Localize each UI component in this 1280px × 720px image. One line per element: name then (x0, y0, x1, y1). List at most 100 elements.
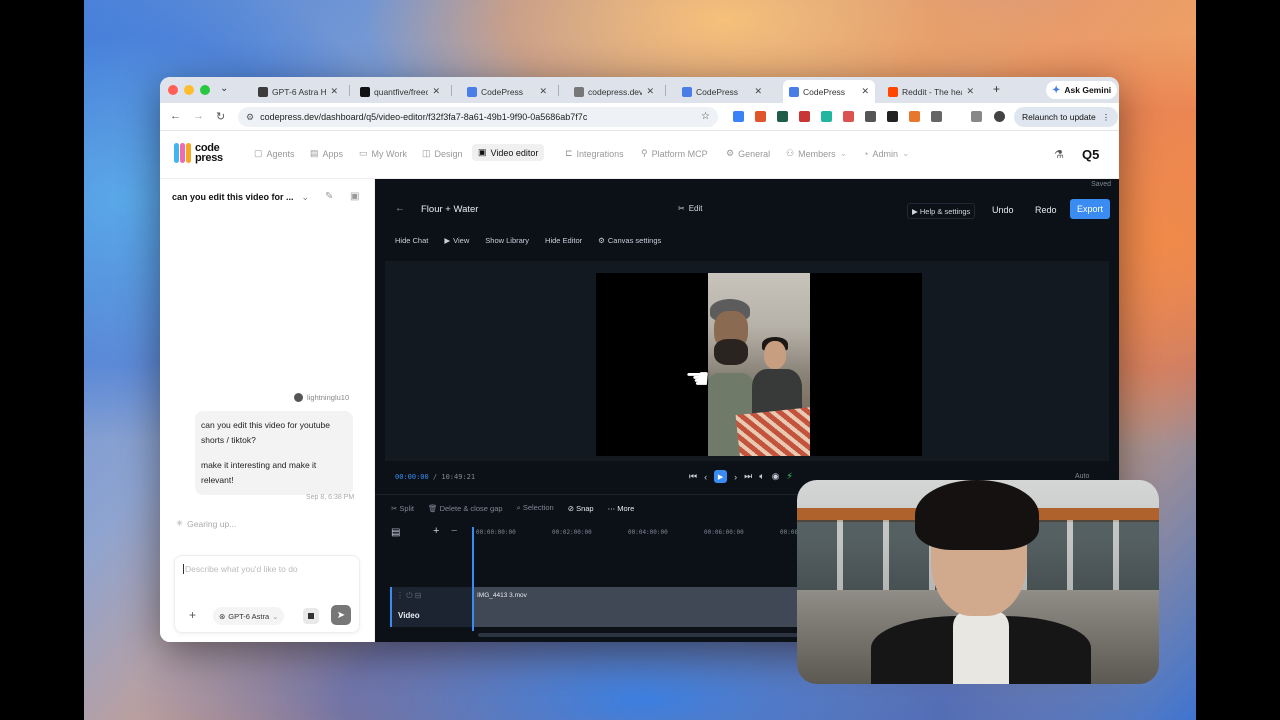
reading-list-icon[interactable] (971, 111, 982, 122)
more-menu-icon[interactable]: ⋮ (1102, 112, 1111, 123)
canvas-settings-button[interactable]: ⚙ Canvas settings (598, 236, 661, 245)
browser-tab[interactable]: Reddit - The hea... ✕ (882, 80, 980, 103)
close-tab-icon[interactable]: ✕ (539, 86, 547, 97)
selection-button[interactable]: ⌕ Selection (517, 503, 554, 513)
close-tab-icon[interactable]: ✕ (966, 86, 974, 97)
ask-gemini-button[interactable]: ✦ Ask Gemini (1046, 81, 1118, 99)
extension-icon[interactable] (755, 111, 766, 122)
show-library-button[interactable]: Show Library (485, 236, 529, 245)
reload-icon[interactable]: ↻ (216, 110, 225, 123)
tab-search-chevron-icon[interactable]: ⌄ (220, 83, 228, 94)
delete-close-gap-button[interactable]: 🗑︎ Delete & close gap (428, 504, 503, 513)
camera-icon[interactable]: ◉ (772, 471, 780, 482)
minimize-window-button[interactable] (184, 85, 194, 95)
back-arrow-icon[interactable]: ← (170, 110, 181, 122)
browser-tab[interactable]: GPT-6 Astra Ha...✕ (252, 80, 344, 103)
message-timestamp: Sep 8, 6:38 PM (306, 494, 355, 501)
beaker-icon[interactable]: ⚗ (1054, 148, 1064, 161)
hide-chat-button[interactable]: Hide Chat (395, 236, 428, 245)
bolt-icon[interactable]: ⚡︎ (786, 471, 792, 482)
extension-icon[interactable] (887, 111, 898, 122)
zoom-out-button[interactable]: − (451, 525, 457, 537)
export-button[interactable]: Export (1070, 199, 1111, 219)
extension-icon[interactable] (909, 111, 920, 122)
hide-editor-button[interactable]: Hide Editor (545, 236, 582, 245)
skip-forward-icon[interactable]: ⏭ (744, 471, 752, 482)
site-info-icon[interactable]: ⚙ (246, 112, 254, 123)
url-bar[interactable]: ⚙ codepress.dev/dashboard/q5/video-edito… (238, 107, 718, 127)
project-title[interactable]: Flour + Water (421, 204, 478, 215)
nav-item-platform-mcp[interactable]: ⚲ Platform MCP (641, 148, 708, 159)
undo-button[interactable]: Undo (992, 205, 1014, 215)
tab-title: CodePress (696, 86, 739, 97)
url-text: codepress.dev/dashboard/q5/video-editor/… (260, 112, 588, 122)
auto-toggle[interactable]: Auto (1075, 473, 1089, 480)
nav-item-apps[interactable]: ▤ Apps (310, 148, 343, 159)
extension-icon[interactable] (865, 111, 876, 122)
folder-icon: ▭ (359, 148, 368, 158)
close-window-button[interactable] (168, 85, 178, 95)
nav-item-admin[interactable]: ◔ Admin ⌄ (863, 148, 910, 159)
nav-item-members[interactable]: ⚇ Members ⌄ (786, 148, 847, 159)
more-button[interactable]: ⋯ More (608, 504, 635, 513)
chat-icon: ▢ (254, 148, 263, 158)
volume-icon[interactable]: 🔈︎ (759, 471, 764, 482)
close-tab-icon[interactable]: ✕ (432, 86, 440, 97)
sidebar-toggle-icon[interactable]: ▣ (350, 191, 359, 202)
extension-icon[interactable] (777, 111, 788, 122)
nav-item-agents[interactable]: ▢ Agents (254, 148, 295, 159)
video-track-header[interactable]: ⋮ ⏻ ⊟ Video (390, 587, 472, 627)
new-chat-icon[interactable]: ✎ (325, 191, 333, 202)
nav-item-video-editor[interactable]: ▣ Video editor (472, 144, 545, 161)
forward-arrow-icon[interactable]: → (193, 110, 204, 122)
edit-button[interactable]: ✂ Edit (678, 204, 703, 213)
nav-item-general[interactable]: ⚙ General (726, 148, 770, 159)
nav-item-my-work[interactable]: ▭ My Work (359, 148, 407, 159)
nav-item-design[interactable]: ◫ Design (422, 148, 463, 159)
video-preview[interactable]: ☚ (596, 273, 922, 456)
play-button[interactable]: ▶ (714, 470, 728, 483)
close-tab-icon[interactable]: ✕ (754, 86, 762, 97)
attach-plus-button[interactable]: + (189, 608, 196, 622)
browser-tab[interactable]: codepress.dev ✕ (568, 80, 660, 103)
extension-icon[interactable] (799, 111, 810, 122)
zoom-in-button[interactable]: + (433, 525, 439, 537)
extension-icon[interactable] (843, 111, 854, 122)
relaunch-button[interactable]: Relaunch to update ⋮ (1014, 107, 1119, 127)
list-icon[interactable]: ▤ (391, 527, 400, 538)
view-button[interactable]: ▶ View (444, 236, 469, 245)
extension-icon[interactable] (821, 111, 832, 122)
browser-tab[interactable]: CodePress ✕ (461, 80, 553, 103)
codepress-logo[interactable]: code press (174, 143, 223, 164)
close-tab-icon[interactable]: ✕ (330, 86, 338, 97)
org-switcher[interactable]: Q5 (1082, 147, 1099, 162)
model-selector[interactable]: ⊛ GPT-6 Astra ⌄ (213, 607, 285, 625)
step-forward-icon[interactable]: › (734, 472, 737, 482)
bookmark-star-icon[interactable]: ☆ (701, 111, 710, 122)
profile-avatar[interactable] (994, 111, 1005, 122)
browser-tab[interactable]: CodePress ✕ (676, 80, 768, 103)
extensions-puzzle-icon[interactable] (931, 111, 942, 122)
stop-button[interactable] (303, 608, 319, 624)
skip-back-icon[interactable]: ⏮ (689, 471, 697, 482)
chat-thread-selector[interactable]: can you edit this video for ... ⌄ (172, 192, 309, 203)
help-settings-button[interactable]: ▶ Help & settings (907, 203, 976, 219)
split-button[interactable]: ✂ Split (391, 504, 414, 513)
send-button[interactable]: ➤ (331, 605, 351, 625)
track-controls-icon[interactable]: ⋮ ⏻ ⊟ (396, 591, 421, 601)
redo-button[interactable]: Redo (1035, 205, 1057, 215)
step-back-icon[interactable]: ‹ (704, 472, 707, 482)
close-tab-icon[interactable]: ✕ (861, 86, 869, 97)
back-arrow-icon[interactable]: ← (395, 203, 405, 214)
snap-button[interactable]: ⊘ Snap (568, 504, 594, 513)
browser-tab[interactable]: quantfive/freecu...✕ (354, 80, 446, 103)
favicon-icon (789, 86, 799, 97)
browser-tab[interactable]: CodePress ✕ (783, 80, 875, 103)
send-icon: ➤ (336, 609, 346, 621)
close-tab-icon[interactable]: ✕ (646, 86, 654, 97)
new-tab-button[interactable]: + (993, 82, 1000, 96)
chat-input[interactable] (183, 564, 353, 574)
nav-item-integrations[interactable]: ⊏ Integrations (565, 148, 624, 159)
maximize-window-button[interactable] (200, 85, 210, 95)
extension-icon[interactable] (733, 111, 744, 122)
